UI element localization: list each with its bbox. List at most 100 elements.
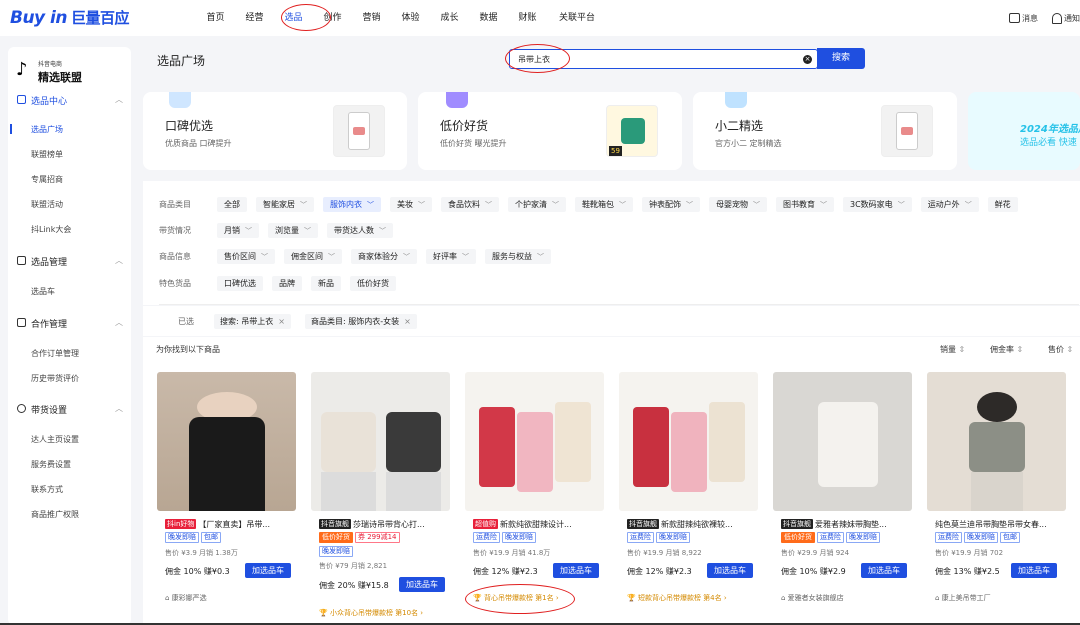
clear-icon[interactable]: × (803, 55, 812, 64)
nav-home[interactable]: 首页 (196, 0, 235, 36)
nav-experience[interactable]: 体验 (391, 0, 430, 36)
chip-category[interactable]: 钟表配饰 ﹀ (642, 196, 700, 212)
chip-info[interactable]: 服务与权益 ﹀ (485, 248, 551, 264)
sidebar-item-exclusive-recruit[interactable]: 专属招商 (31, 174, 63, 185)
shop-name[interactable]: ⌂ 康彩娜严选 (165, 593, 207, 603)
product-card[interactable]: 超值购 新款纯欲甜辣设计... 运费险 晚发即赔 售价 ¥19.9 月销 41.8万… (465, 372, 605, 622)
add-to-cart-button[interactable]: 加选品车 (861, 563, 907, 578)
card-staff-picks[interactable]: 小二精选 官方小二 定制精选 (693, 92, 957, 170)
chip-sales[interactable]: 浏览量 ﹀ (268, 222, 318, 238)
close-icon[interactable]: × (278, 317, 285, 326)
product-card[interactable]: 抖音旗舰 莎瑞诗吊带背心打... 低价好货券 299减14 晚发即赔 售价 ¥79… (311, 372, 451, 622)
ranking-link[interactable]: 🏆 小众背心吊带爆款榜 第10名 › (319, 608, 423, 618)
sidebar-item-homepage-settings[interactable]: 达人主页设置 (31, 434, 79, 445)
sidebar-item-selection-cart[interactable]: 选品车 (31, 286, 55, 297)
product-image[interactable] (465, 372, 604, 511)
product-image[interactable] (927, 372, 1066, 511)
product-title[interactable]: 抖音旗舰 新款甜辣纯欲裸较... (627, 519, 757, 530)
sidebar-item-alliance-events[interactable]: 联盟活动 (31, 199, 63, 210)
chip-feature[interactable]: 新品 (311, 275, 341, 291)
product-card[interactable]: 抖音旗舰 新款甜辣纯欲裸较... 运费险 晚发即赔 售价 ¥19.9 月销 8,92… (619, 372, 759, 622)
product-title[interactable]: 抖in好物 【厂家直卖】吊带... (165, 519, 295, 530)
sidebar-section-selection-manage[interactable]: 选品管理 ︿ (8, 251, 131, 271)
sidebar-item-contact[interactable]: 联系方式 (31, 484, 63, 495)
message-button[interactable]: 消息 (1009, 13, 1038, 24)
nav-selection[interactable]: 选品 (274, 0, 313, 36)
ranking-link[interactable]: 🏆 短款背心吊带爆款榜 第4名 › (627, 593, 727, 603)
add-to-cart-button[interactable]: 加选品车 (707, 563, 753, 578)
chip-category[interactable]: 个护家清 ﹀ (508, 196, 566, 212)
chip-info[interactable]: 好评率 ﹀ (426, 248, 476, 264)
product-title[interactable]: 抖音旗舰 莎瑞诗吊带背心打... (319, 519, 449, 530)
sidebar-item-orders[interactable]: 合作订单管理 (31, 348, 79, 359)
chip-category[interactable]: 智能家居 ﹀ (256, 196, 314, 212)
product-image[interactable] (619, 372, 758, 511)
ranking-link[interactable]: 🏆 背心吊带爆款榜 第1名 › (473, 593, 559, 603)
nav-data[interactable]: 数据 (469, 0, 508, 36)
close-icon[interactable]: × (404, 317, 411, 326)
sidebar-item-service-fee[interactable]: 服务费设置 (31, 459, 71, 470)
product-image[interactable] (157, 372, 296, 511)
sidebar-section-settings[interactable]: 带货设置 ︿ (8, 399, 131, 419)
shop-name[interactable]: ⌂ 康上美吊带工厂 (935, 593, 991, 603)
chip-all[interactable]: 全部 (217, 196, 247, 212)
card-low-price[interactable]: 低价好货 低价好货 曝光提升 59 (418, 92, 682, 170)
sidebar-section-cooperation[interactable]: 合作管理 ︿ (8, 313, 131, 333)
chip-feature[interactable]: 低价好货 (350, 275, 396, 291)
chip-category[interactable]: 图书教育 ﹀ (776, 196, 834, 212)
nav-create[interactable]: 创作 (313, 0, 352, 36)
sidebar-item-promotion-permission[interactable]: 商品推广权限 (31, 509, 79, 520)
chip-category-active[interactable]: 服饰内衣 ﹀ (323, 196, 381, 212)
chip-category[interactable]: 3C数码家电 ﹀ (843, 196, 912, 212)
selected-tag[interactable]: 搜索: 吊带上衣 × (214, 314, 291, 329)
card-2024-guide[interactable]: 2024年选品广 选品必看 快速 (968, 92, 1080, 170)
sort-price[interactable]: 售价 ⇕ (1048, 344, 1073, 355)
search-input[interactable]: 吊带上衣 × (509, 49, 818, 69)
sidebar-brand[interactable]: ♪ 抖音电商 精选联盟 (16, 55, 126, 85)
chip-info[interactable]: 佣金区间 ﹀ (284, 248, 342, 264)
selected-tag[interactable]: 商品类目: 服饰内衣-女装 × (305, 314, 417, 329)
product-card[interactable]: 抖in好物 【厂家直卖】吊带... 晚发即赔 包邮 售价 ¥3.9 月销 1.38万… (157, 372, 297, 622)
product-title[interactable]: 抖音旗舰 爱雅者辣妹带胸垫... (781, 519, 911, 530)
chip-info[interactable]: 商家体验分 ﹀ (351, 248, 417, 264)
brand-logo[interactable]: Buy in 巨量百应 (10, 7, 130, 28)
sidebar-item-history-reviews[interactable]: 历史带货评价 (31, 373, 79, 384)
add-to-cart-button[interactable]: 加选品车 (399, 577, 445, 592)
chip-category[interactable]: 鞋靴箱包 ﹀ (575, 196, 633, 212)
chip-sales[interactable]: 带货达人数 ﹀ (327, 222, 393, 238)
nav-business[interactable]: 经营 (235, 0, 274, 36)
product-card[interactable]: 抖音旗舰 爱雅者辣妹带胸垫... 低价好货 运费险 晚发即赔 售价 ¥29.9 月销 … (773, 372, 913, 622)
chip-info[interactable]: 售价区间 ﹀ (217, 248, 275, 264)
product-image[interactable] (311, 372, 450, 511)
chip-sales[interactable]: 月销 ﹀ (217, 222, 259, 238)
product-commission: 佣金 12% 赚¥2.3 (473, 567, 538, 576)
shop-name[interactable]: ⌂ 爱雅者女装旗舰店 (781, 593, 844, 603)
sidebar-section-selection-center[interactable]: 选品中心 ︿ (8, 90, 131, 110)
product-image[interactable] (773, 372, 912, 511)
add-to-cart-button[interactable]: 加选品车 (553, 563, 599, 578)
chip-category[interactable]: 母婴宠物 ﹀ (709, 196, 767, 212)
product-title[interactable]: 纯色莫兰迪吊带胸垫吊带女春... (935, 519, 1065, 530)
nav-related-platforms[interactable]: 关联平台 (547, 0, 607, 36)
nav-growth[interactable]: 成长 (430, 0, 469, 36)
chip-category[interactable]: 鲜花 (987, 196, 1018, 212)
sidebar-item-alliance-ranking[interactable]: 联盟榜单 (31, 149, 63, 160)
sort-commission[interactable]: 佣金率 ⇕ (990, 344, 1023, 355)
add-to-cart-button[interactable]: 加选品车 (245, 563, 291, 578)
sidebar-item-selection-square[interactable]: 选品广场 (31, 124, 63, 135)
chip-category[interactable]: 美妆 ﹀ (390, 196, 432, 212)
chip-category[interactable]: 食品饮料 ﹀ (441, 196, 499, 212)
notify-button[interactable]: 通知 (1052, 12, 1080, 24)
product-card[interactable]: 纯色莫兰迪吊带胸垫吊带女春... 运费险 晚发即赔 包邮 售价 ¥19.9 月销 7… (927, 372, 1067, 622)
card-reputation[interactable]: 口碑优选 优质商品 口碑提升 (143, 92, 407, 170)
chip-feature[interactable]: 口碑优选 (217, 275, 263, 291)
nav-marketing[interactable]: 营销 (352, 0, 391, 36)
nav-finance[interactable]: 财账 (508, 0, 547, 36)
add-to-cart-button[interactable]: 加选品车 (1011, 563, 1057, 578)
chip-feature[interactable]: 品牌 (272, 275, 302, 291)
sort-sales[interactable]: 销量 ⇕ (940, 344, 965, 355)
search-button[interactable]: 搜索 (817, 48, 865, 69)
sidebar-item-dou-link[interactable]: 抖Link大会 (31, 224, 71, 235)
chip-category[interactable]: 运动户外 ﹀ (920, 196, 979, 212)
product-title[interactable]: 超值购 新款纯欲甜辣设计... (473, 519, 603, 530)
